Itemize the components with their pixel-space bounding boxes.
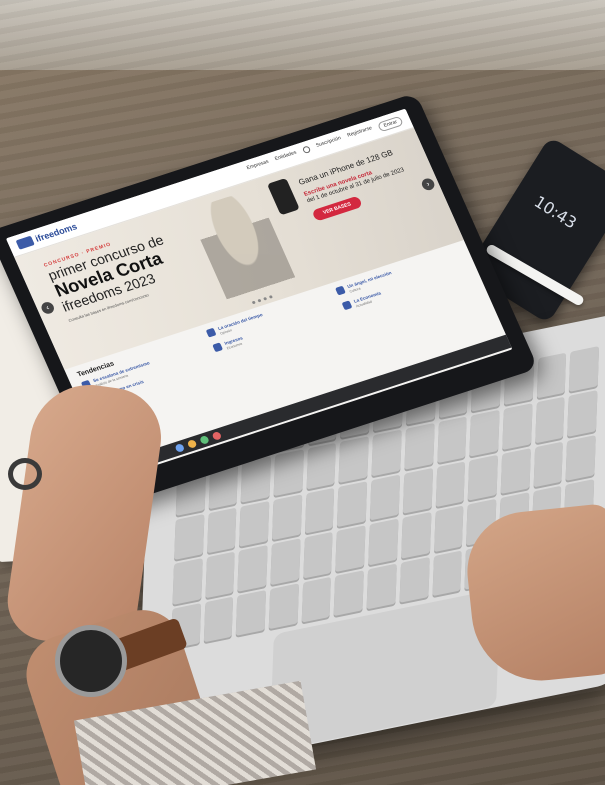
phone-clock: 10:43 [530,191,581,233]
nav-entrar-button[interactable]: Entrar [377,115,404,133]
taskbar-app-icon[interactable] [199,435,210,445]
ring [8,458,42,490]
nav-entidades[interactable]: Entidades [274,150,299,166]
banner-headline: CONCURSO · PREMIO primer concurso de Nov… [43,226,184,323]
taskbar-app-icon[interactable] [174,443,186,453]
trend-thumb [205,327,217,338]
taskbar-app-icon[interactable] [211,431,223,441]
trend-thumb [341,300,353,311]
photo-scene: 10:43 ifreedoms Empresas Entidades Suscr… [0,0,605,785]
search-icon[interactable] [301,145,312,154]
iphone-image [266,177,300,216]
trend-thumb [212,342,224,353]
wristwatch [55,625,127,697]
trend-thumb [335,285,346,296]
logo-icon [15,235,35,250]
nav-registrarse[interactable]: Registrarse [346,125,374,142]
carousel-prev-icon[interactable]: ‹ [39,300,56,316]
nav-suscripcion[interactable]: Suscripción [315,135,344,152]
taskbar-app-icon[interactable] [186,439,198,449]
nav-empresas[interactable]: Empresas [246,159,272,175]
